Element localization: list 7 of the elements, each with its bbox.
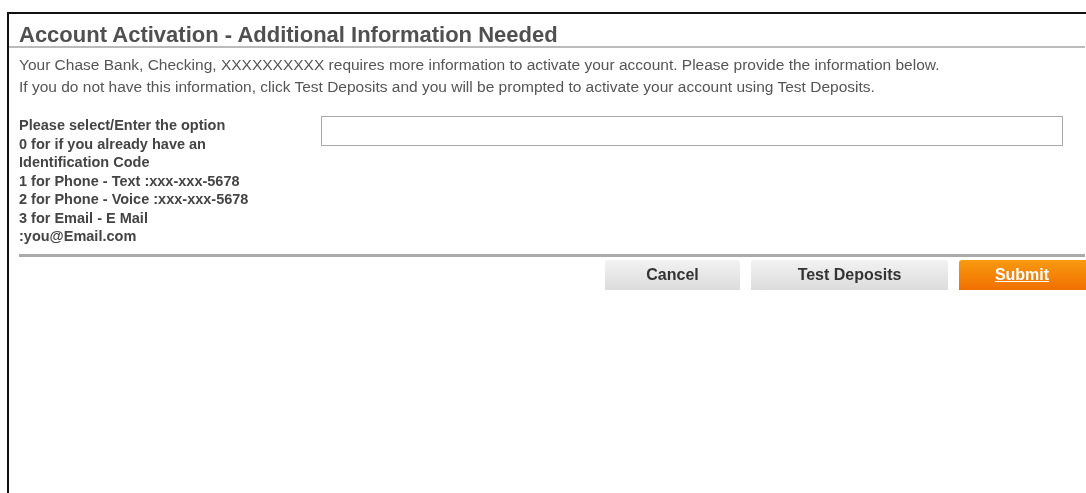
action-button[interactable]: Cancel — [605, 259, 740, 290]
info-text: If you do not have this information, click Test Deposits and you will be prompted to activate your account using Test Deposits. — [19, 77, 876, 97]
field-label: Please select/Enter the option 0 for if you already have an Identification Code 1 for Phone - Text :xxx-xxx-5678 2 for Phone - Voice :xxx-xxx-5678 3 for Email - E Mail :you@Email.com — [19, 116, 250, 246]
action-button[interactable]: Test Deposits — [751, 259, 948, 290]
option-input-field[interactable] — [321, 116, 1063, 146]
dialog-title: Account Activation - Additional Information Needed — [9, 14, 1085, 48]
info-text: Your Chase Bank, Checking, XXXXXXXXXX requires more information to activate your account. Please provide the information below. — [19, 55, 941, 75]
